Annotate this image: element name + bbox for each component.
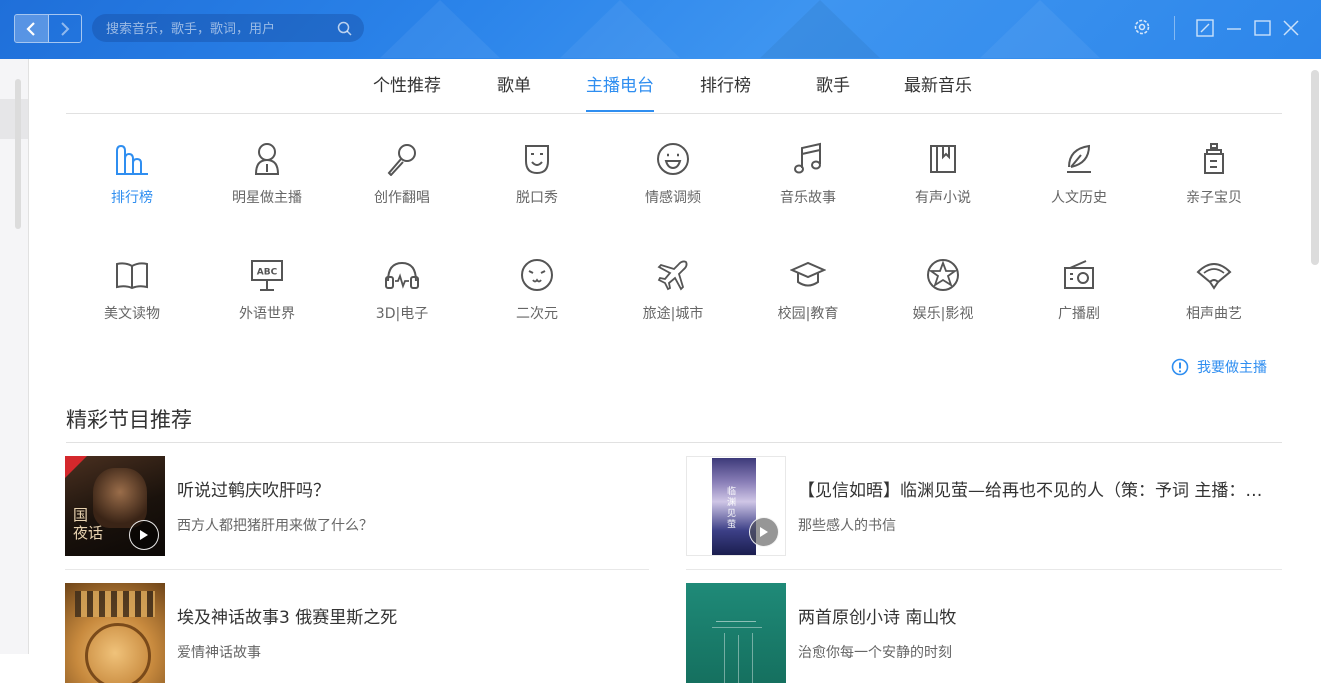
book-icon: [930, 145, 956, 173]
category-ranking[interactable]: 排行榜: [72, 139, 192, 207]
title-bar: [0, 0, 1321, 59]
abc-board-icon: ABC: [251, 260, 283, 291]
become-host-link[interactable]: 我要做主播: [1171, 357, 1267, 377]
program-item[interactable]: 临渊见萤 【见信如晤】临渊见萤—给再也不见的人（策：予词 主播：… 那些感人的书…: [686, 456, 1282, 556]
section-title: 精彩节目推荐: [66, 408, 192, 432]
program-item[interactable]: 两首原创小诗 南山牧 治愈你每一个安静的时刻: [686, 583, 1282, 683]
tab-new-music[interactable]: 最新音乐: [904, 60, 972, 112]
program-desc: 那些感人的书信: [798, 518, 896, 534]
tab-radio[interactable]: 主播电台: [586, 60, 654, 112]
music-note-icon: [794, 142, 821, 174]
history-nav: [14, 14, 82, 43]
tab-artists[interactable]: 歌手: [816, 60, 850, 112]
back-button[interactable]: [15, 15, 49, 42]
fan-icon: [1196, 263, 1232, 290]
become-host-label: 我要做主播: [1197, 360, 1267, 376]
settings-gear-icon[interactable]: [1132, 17, 1152, 37]
play-button[interactable]: [749, 517, 779, 547]
program-cover: [65, 583, 165, 683]
mask-icon: [525, 145, 549, 175]
info-circle-icon: [1171, 358, 1189, 376]
airplane-icon: [657, 260, 688, 291]
program-cover: [686, 583, 786, 683]
play-button[interactable]: [129, 520, 159, 550]
baby-bottle-icon: [1204, 143, 1224, 174]
cute-face-icon: [521, 259, 553, 291]
program-desc: 西方人都把猪肝用来做了什么？: [177, 518, 373, 534]
chevron-right-icon: [61, 21, 70, 36]
headphones-icon: [385, 261, 419, 289]
category-cover-songs[interactable]: 创作翻唱: [342, 139, 462, 207]
category-radio-drama[interactable]: 广播剧: [1019, 255, 1139, 323]
tab-playlists[interactable]: 歌单: [497, 60, 531, 112]
row-divider: [686, 569, 1282, 570]
forward-button[interactable]: [49, 15, 82, 42]
graduation-cap-icon: [790, 261, 826, 287]
category-audio-novel[interactable]: 有声小说: [883, 139, 1003, 207]
category-entertainment[interactable]: 娱乐|影视: [883, 255, 1003, 323]
search-input[interactable]: [104, 14, 328, 44]
row-divider: [65, 569, 649, 570]
star-host-icon: [254, 143, 280, 175]
microphone-icon: [387, 144, 416, 176]
category-travel[interactable]: 旅途|城市: [613, 255, 733, 323]
svg-text:ABC: ABC: [257, 268, 278, 278]
main-scrollbar[interactable]: [1311, 70, 1319, 265]
quill-icon: [1067, 144, 1091, 173]
tab-personal-recommend[interactable]: 个性推荐: [373, 60, 441, 112]
tab-bar: 个性推荐 歌单 主播电台 排行榜 歌手 最新音乐: [66, 60, 1282, 114]
category-history[interactable]: 人文历史: [1019, 139, 1139, 207]
category-anime[interactable]: 二次元: [477, 255, 597, 323]
search-icon[interactable]: [337, 21, 352, 36]
category-foreign-language[interactable]: ABC 外语世界: [207, 255, 327, 323]
film-reel-icon: [927, 259, 959, 291]
category-3d-electronic[interactable]: 3D|电子: [342, 255, 462, 323]
category-campus[interactable]: 校园|教育: [748, 255, 868, 323]
program-item[interactable]: 埃及神话故事3 俄赛里斯之死 爱情神话故事: [65, 583, 649, 683]
category-emotion[interactable]: 情感调频: [613, 139, 733, 207]
category-talk-show[interactable]: 脱口秀: [477, 139, 597, 207]
chevron-left-icon: [26, 21, 36, 36]
section-divider: [66, 442, 1282, 443]
category-music-story[interactable]: 音乐故事: [748, 139, 868, 207]
mini-mode-icon[interactable]: [1196, 19, 1214, 37]
program-desc: 爱情神话故事: [177, 645, 261, 661]
category-star-host[interactable]: 明星做主播: [207, 139, 327, 207]
sidebar: [0, 59, 29, 654]
smile-icon: [657, 143, 689, 175]
category-prose[interactable]: 美文读物: [72, 255, 192, 323]
open-book-icon: [116, 262, 148, 290]
play-icon: [140, 530, 148, 540]
play-icon: [760, 527, 768, 537]
program-title: 两首原创小诗 南山牧: [798, 608, 957, 628]
program-desc: 治愈你每一个安静的时刻: [798, 645, 952, 661]
sidebar-selected-item[interactable]: [0, 99, 28, 139]
category-crosstalk[interactable]: 相声曲艺: [1154, 255, 1274, 323]
search-box: [92, 14, 364, 44]
program-cover: 国夜话: [65, 456, 165, 556]
maximize-icon[interactable]: [1254, 19, 1272, 37]
program-title: 埃及神话故事3 俄赛里斯之死: [177, 608, 398, 628]
close-icon[interactable]: [1282, 19, 1300, 37]
toolbar-divider: [1174, 16, 1175, 40]
ranking-icon: [116, 144, 148, 175]
program-item[interactable]: 国夜话 听说过鹌庆吹肝吗？ 西方人都把猪肝用来做了什么？: [65, 456, 649, 556]
category-kids[interactable]: 亲子宝贝: [1154, 139, 1274, 207]
minimize-icon[interactable]: [1226, 19, 1242, 37]
sidebar-scrollbar[interactable]: [15, 79, 21, 229]
radio-icon: [1064, 260, 1094, 289]
tab-charts[interactable]: 排行榜: [700, 60, 751, 112]
program-cover: 临渊见萤: [686, 456, 786, 556]
program-title: 【见信如晤】临渊见萤—给再也不见的人（策：予词 主播：…: [798, 481, 1263, 501]
program-title: 听说过鹌庆吹肝吗？: [177, 481, 330, 501]
